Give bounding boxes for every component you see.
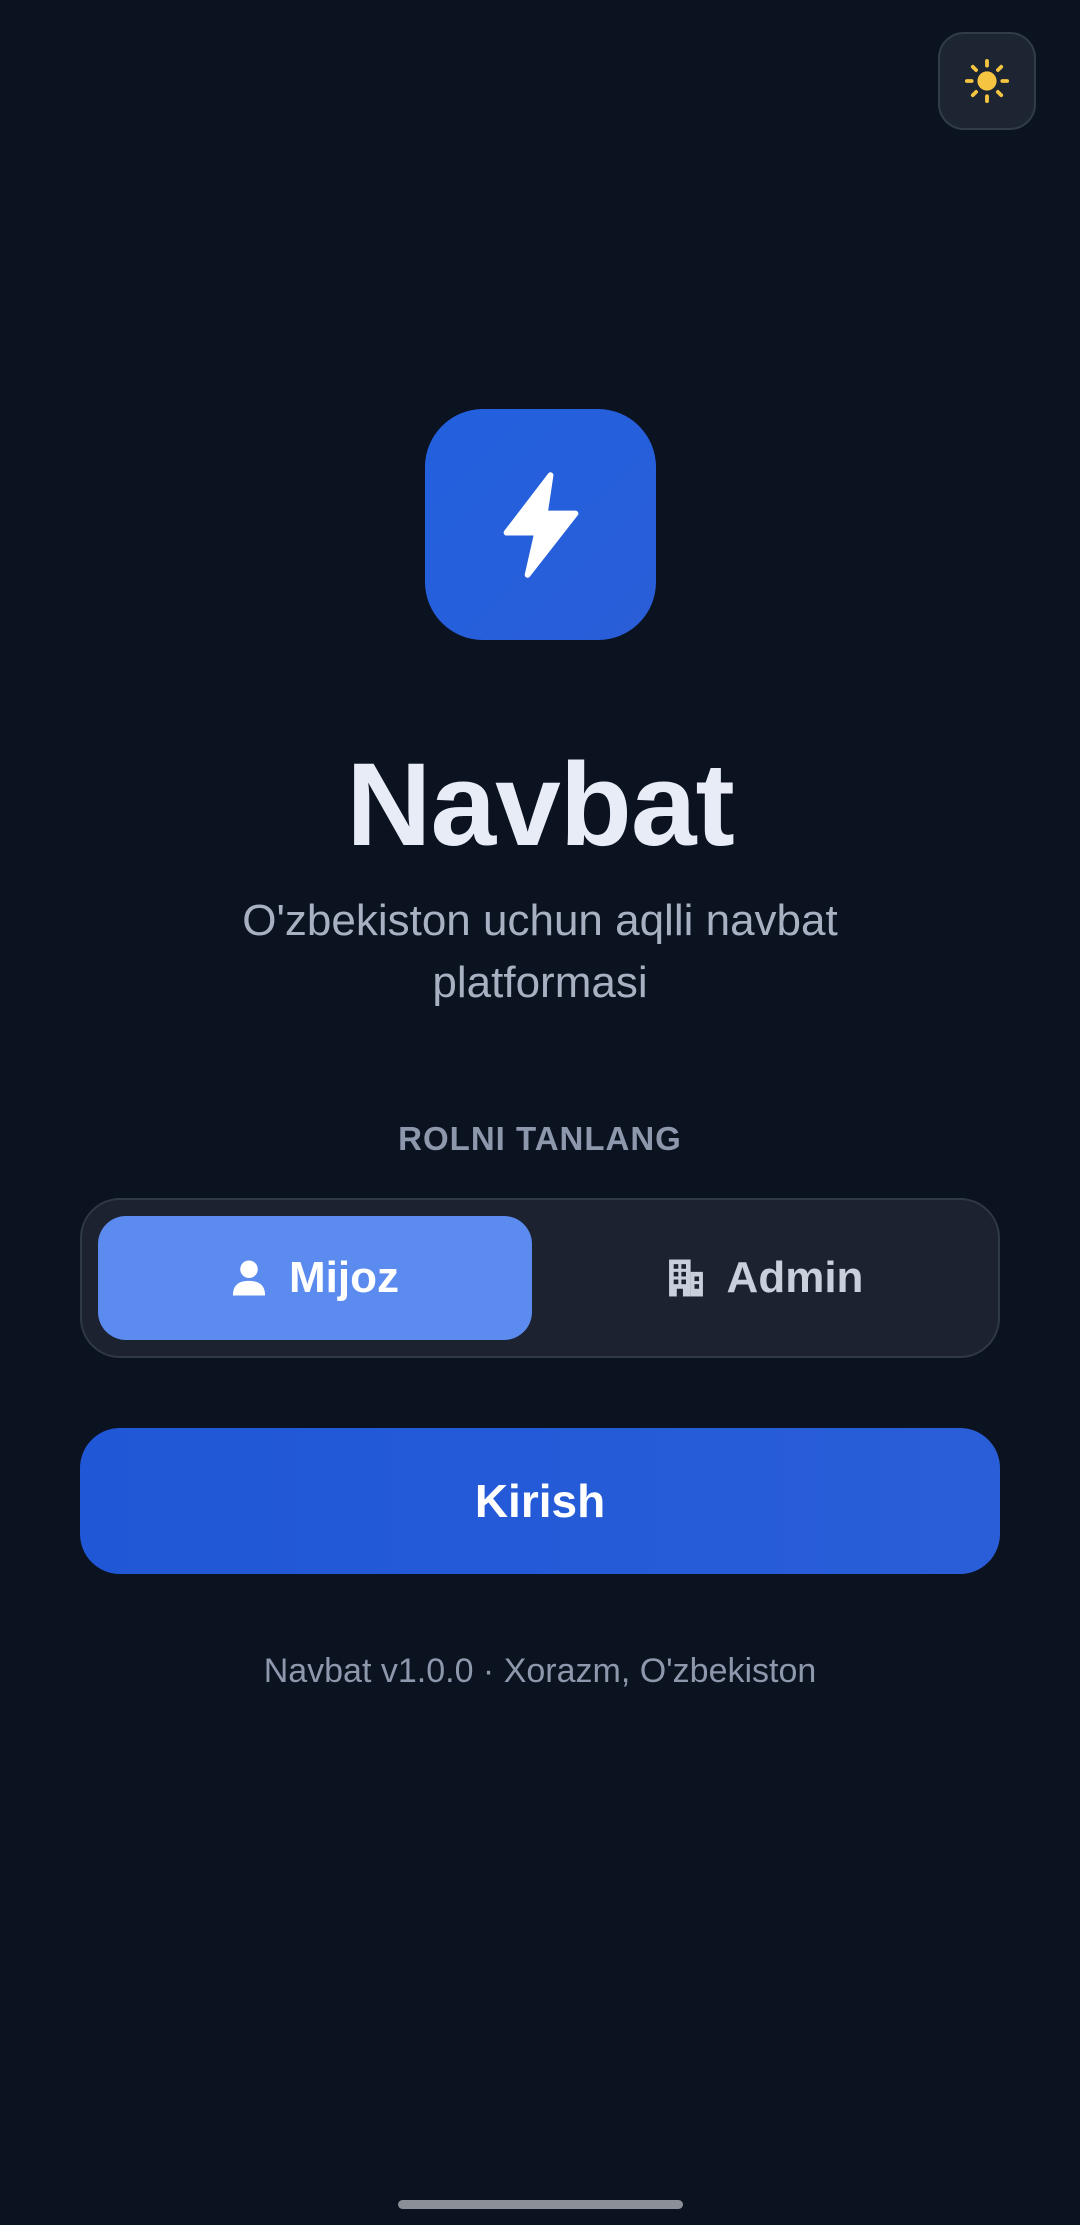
building-icon [668,1259,703,1297]
app-logo [425,409,656,640]
theme-toggle-button[interactable] [938,32,1036,130]
role-option-label: Mijoz [289,1253,399,1302]
role-switch: Mijoz Admin [80,1198,1000,1358]
version-footer: Navbat v1.0.0 · Xorazm, O'zbekiston [263,1652,817,1690]
lightning-bolt-icon [503,471,578,578]
sun-icon [964,58,1010,104]
user-icon [232,1260,266,1296]
home-indicator[interactable] [398,2200,683,2209]
app-title: Navbat [346,739,734,871]
role-option-mijoz[interactable]: Mijoz [98,1216,532,1340]
role-select-label: ROLNI TANLANG [398,1120,682,1157]
app-subtitle: O'zbekiston uchun aqlli navbat platforma… [242,896,838,1007]
role-option-label: Admin [726,1253,864,1302]
login-button[interactable]: Kirish [80,1428,1000,1574]
role-option-admin[interactable]: Admin [548,1216,982,1340]
